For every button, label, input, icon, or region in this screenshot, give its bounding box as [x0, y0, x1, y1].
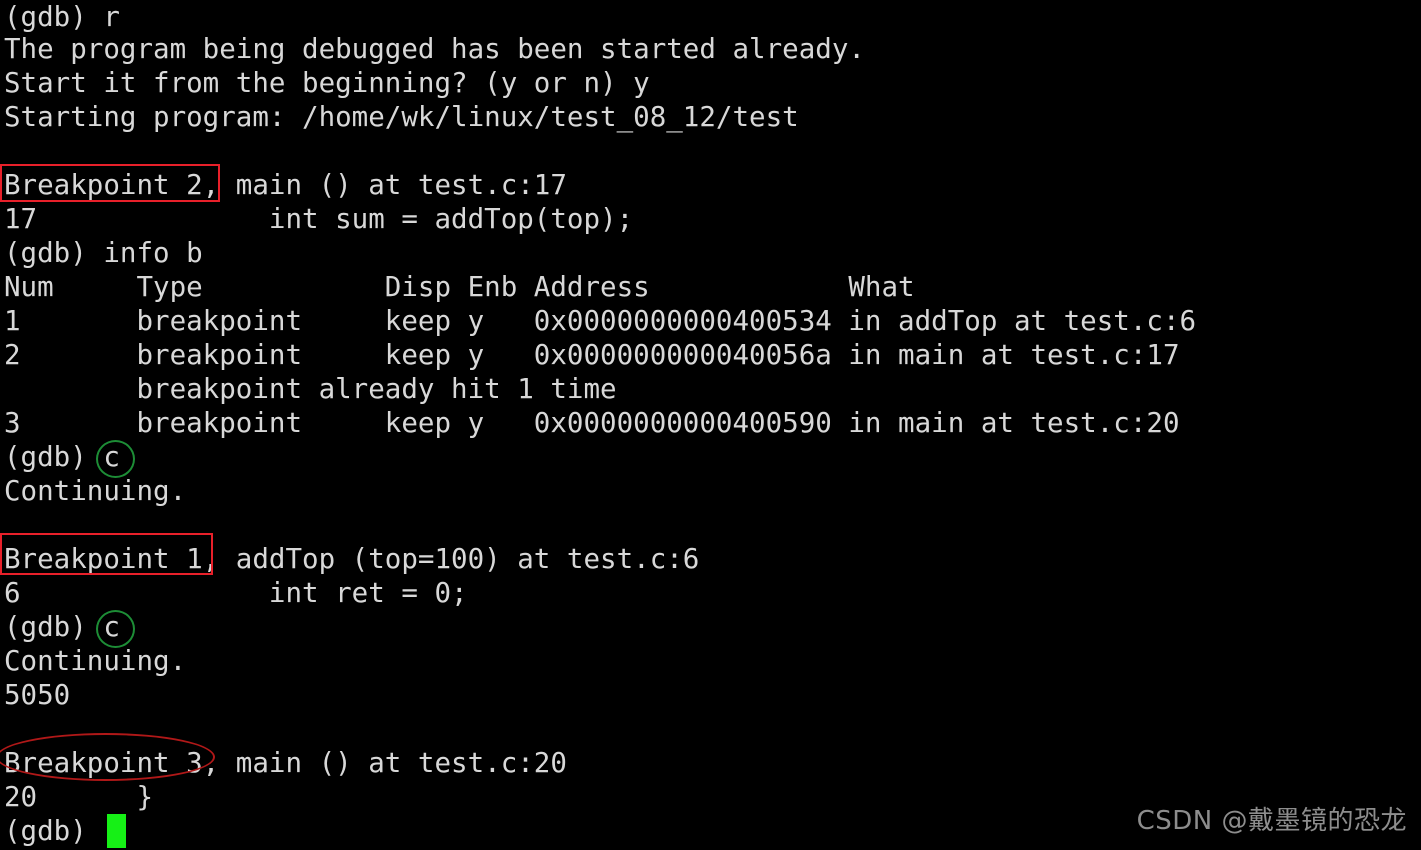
csdn-watermark: CSDN @戴墨镜的恐龙	[1136, 806, 1407, 836]
terminal-line: 17 int sum = addTop(top);	[4, 203, 634, 235]
terminal-line: 6 int ret = 0;	[4, 577, 468, 609]
terminal-line-continue-command: (gdb) c	[4, 441, 120, 473]
terminal-line: (gdb) r	[4, 1, 120, 33]
terminal-prompt-line: (gdb)	[4, 815, 104, 847]
terminal-line-continue-command: (gdb) c	[4, 611, 120, 643]
terminal-line-breakpoint1-hit: Breakpoint 1, addTop (top=100) at test.c…	[4, 543, 700, 575]
breakpoint-table-row: 3 breakpoint keep y 0x0000000000400590 i…	[4, 407, 1180, 439]
terminal-line-breakpoint2-hit: Breakpoint 2, main () at test.c:17	[4, 169, 567, 201]
breakpoint-table-row: 2 breakpoint keep y 0x000000000040056a i…	[4, 339, 1180, 371]
terminal-line: Continuing.	[4, 645, 187, 677]
terminal-line: Start it from the beginning? (y or n) y	[4, 67, 650, 99]
terminal-line: Continuing.	[4, 475, 187, 507]
terminal-output[interactable]: (gdb) r The program being debugged has b…	[0, 0, 1421, 850]
gdb-terminal-screenshot: (gdb) r The program being debugged has b…	[0, 0, 1421, 850]
breakpoint-table-row: 1 breakpoint keep y 0x0000000000400534 i…	[4, 305, 1197, 337]
terminal-line: Starting program: /home/wk/linux/test_08…	[4, 101, 799, 133]
terminal-line: The program being debugged has been star…	[4, 33, 865, 65]
terminal-line-breakpoint3-hit: Breakpoint 3, main () at test.c:20	[4, 747, 567, 779]
terminal-cursor	[107, 814, 126, 848]
terminal-line: 20 }	[4, 781, 154, 813]
breakpoint-table-row-detail: breakpoint already hit 1 time	[4, 373, 617, 405]
terminal-line-info-b-command: (gdb) info b	[4, 237, 203, 269]
terminal-line-program-output: 5050	[4, 679, 71, 711]
breakpoint-table-header: Num Type Disp Enb Address What	[4, 271, 915, 303]
